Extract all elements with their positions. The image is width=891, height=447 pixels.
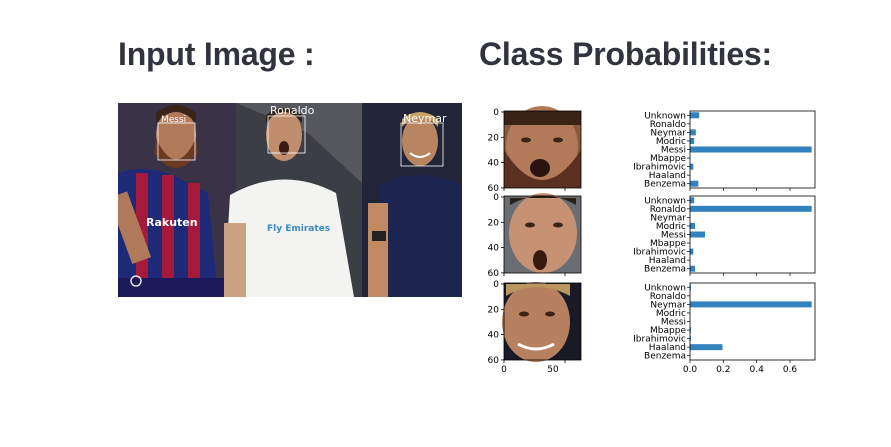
input-image: Rakuten Fly Emirates Messi Ronaldo Neyma…	[118, 103, 462, 297]
bar	[690, 265, 695, 272]
kit-text-rakuten: Rakuten	[146, 216, 198, 229]
category-label: Benzema	[644, 265, 686, 275]
input-image-svg: Rakuten Fly Emirates Messi Ronaldo Neyma…	[118, 103, 462, 297]
bar-panel-neymar: UnknownRonaldoNeymarModricMessiMbappeIbr…	[633, 282, 816, 363]
face-x-tick-label: 0	[501, 365, 507, 375]
face-crop-neymar	[502, 282, 581, 362]
face-label-ronaldo: Ronaldo	[270, 104, 315, 117]
face-y-tick-label: 0	[493, 280, 499, 290]
face-crop-messi	[504, 106, 581, 188]
face-y-tick-label: 40	[488, 331, 500, 341]
face-y-tick-label: 60	[488, 269, 500, 279]
bar-x-tick-label: 0.2	[716, 365, 730, 375]
bar-panel-messi: UnknownRonaldoNeymarModricMessiMbappeIbr…	[633, 110, 816, 191]
face-y-tick-label: 20	[488, 218, 500, 228]
bar	[690, 205, 812, 212]
bar	[690, 231, 705, 238]
face-crop-ronaldo	[504, 193, 581, 273]
category-label: Benzema	[644, 352, 686, 362]
face-y-tick-label: 0	[493, 108, 499, 118]
face-y-tick-label: 0	[493, 193, 499, 203]
face-y-tick-label: 40	[488, 244, 500, 254]
face-y-tick-label: 20	[488, 133, 500, 143]
input-image-heading: Input Image :	[118, 36, 315, 72]
face-y-tick-label: 60	[488, 356, 500, 366]
bar-panel-ronaldo: UnknownRonaldoNeymarModricMessiMbappeIbr…	[633, 195, 816, 276]
face-y-tick-label: 20	[488, 305, 500, 315]
bar	[690, 129, 696, 136]
bar-x-tick-label: 0.6	[783, 365, 798, 375]
bar	[690, 197, 695, 204]
kit-text-emirates: Fly Emirates	[267, 224, 330, 234]
category-label: Benzema	[644, 180, 686, 190]
class-probabilities-figure: 0204060020406002040600 50 UnknownRonaldoN…	[488, 106, 816, 375]
face-label-neymar: Neymar	[403, 112, 447, 125]
bar	[690, 146, 812, 153]
bar	[690, 301, 812, 308]
bar	[690, 180, 699, 187]
bar	[690, 163, 694, 170]
bar-x-tick-label: 0.4	[750, 365, 765, 375]
class-probabilities-heading: Class Probabilities:	[479, 36, 772, 72]
bar	[690, 112, 700, 119]
face-label-messi: Messi	[161, 115, 186, 125]
face-crop-panels	[502, 106, 581, 362]
bar	[690, 248, 694, 255]
bar	[690, 344, 723, 351]
face-x-tick-label: 50	[547, 365, 559, 375]
face-y-tick-label: 40	[488, 159, 500, 169]
bar	[690, 137, 695, 144]
bar-x-tick-label: 0.0	[683, 365, 698, 375]
bar	[690, 222, 695, 229]
